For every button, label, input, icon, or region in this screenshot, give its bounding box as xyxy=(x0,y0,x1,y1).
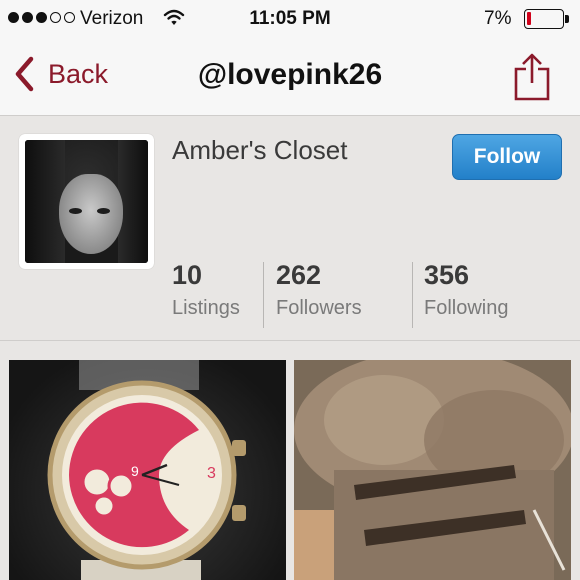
closet-name: Amber's Closet xyxy=(172,135,348,165)
stat-followers-value: 262 xyxy=(276,260,322,290)
battery-percent: 7% xyxy=(484,8,512,29)
avatar-photo xyxy=(25,140,148,263)
stat-divider xyxy=(263,262,264,328)
watch-photo: 3 9 6 xyxy=(47,360,246,580)
navigation-bar: Back @lovepink26 xyxy=(0,38,580,116)
stat-following-value: 356 xyxy=(424,260,470,290)
svg-text:3: 3 xyxy=(207,465,216,482)
stat-followers[interactable]: 262 Followers xyxy=(276,260,362,320)
avatar[interactable] xyxy=(19,134,154,269)
listing-tile-watch[interactable]: 3 9 6 xyxy=(9,360,286,580)
share-button[interactable] xyxy=(512,52,552,107)
battery-icon xyxy=(524,9,569,29)
closet-profile-header: Amber's Closet Follow 10 Listings 262 Fo… xyxy=(0,117,580,341)
stat-divider xyxy=(412,262,413,328)
stat-listings[interactable]: 10 Listings xyxy=(172,260,240,320)
listing-tile-boots[interactable] xyxy=(294,360,571,580)
status-bar: Verizon 11:05 PM 7% xyxy=(0,0,580,38)
fur-boot-photo xyxy=(294,360,571,580)
stat-following-label: Following xyxy=(424,297,509,319)
stat-followers-label: Followers xyxy=(276,297,362,319)
page-title: @lovepink26 xyxy=(197,58,383,91)
follow-button[interactable]: Follow xyxy=(452,134,562,180)
stat-listings-value: 10 xyxy=(172,260,203,290)
stat-listings-label: Listings xyxy=(172,297,240,319)
svg-text:9: 9 xyxy=(131,463,139,479)
listings-grid: 3 9 6 xyxy=(0,342,580,580)
svg-text:6: 6 xyxy=(169,522,177,538)
share-icon xyxy=(514,53,550,101)
stat-following[interactable]: 356 Following xyxy=(424,260,508,320)
